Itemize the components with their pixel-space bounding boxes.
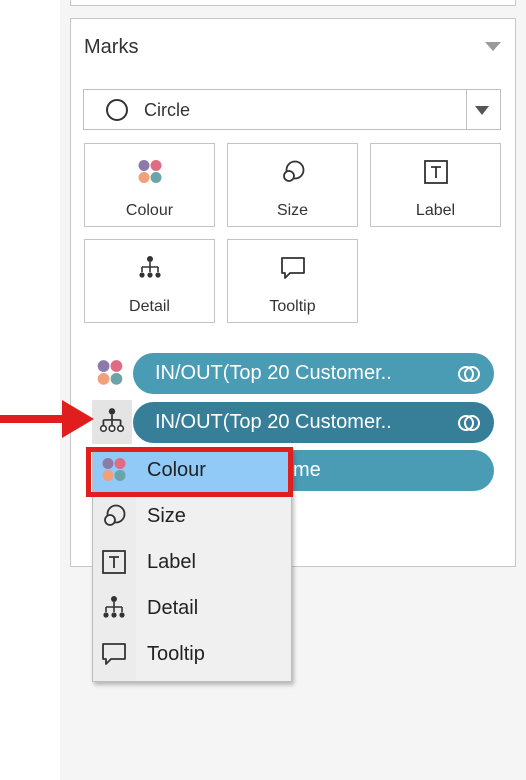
detail-hierarchy-icon (103, 596, 125, 618)
circle-icon (106, 99, 128, 121)
size-circles-icon (282, 160, 304, 182)
label-text-icon (423, 160, 448, 184)
marks-title: Marks (84, 36, 139, 58)
menu-item-size[interactable]: Size (93, 495, 291, 539)
mark-type-label: Circle (144, 100, 191, 120)
tooltip-bubble-icon (280, 257, 305, 279)
pill-field-name: IN/OUT(Top 20 Customer.. (155, 411, 392, 433)
label-card-button[interactable]: Label (370, 143, 501, 227)
detail-hierarchy-icon (138, 256, 161, 278)
tooltip-bubble-icon (102, 643, 126, 665)
colour-card-button[interactable]: Colour (84, 143, 215, 227)
dropdown-separator (466, 90, 467, 129)
pill-field-name: me (293, 459, 321, 481)
detail-hierarchy-icon[interactable] (97, 406, 127, 436)
set-link-icon (458, 415, 480, 431)
mark-type-dropdown[interactable]: Circle (83, 89, 501, 130)
detail-card-label: Detail (129, 298, 170, 315)
pill-field-name: IN/OUT(Top 20 Customer.. (155, 362, 392, 384)
label-card-label: Label (415, 202, 456, 219)
field-pill-detail[interactable]: IN/OUT(Top 20 Customer.. (133, 402, 494, 443)
size-card-button[interactable]: Size (227, 143, 358, 227)
field-pill-colour[interactable]: IN/OUT(Top 20 Customer.. (133, 353, 494, 394)
red-arrow-icon (0, 400, 94, 438)
menu-item-label: Detail (147, 597, 199, 619)
menu-item-label-option[interactable]: Label (93, 541, 291, 585)
marks-collapse-caret-icon[interactable] (485, 42, 501, 51)
colour-dots-icon[interactable] (95, 358, 125, 388)
size-card-label: Size (276, 202, 309, 219)
menu-item-label: Tooltip (147, 643, 205, 665)
size-circles-icon (104, 504, 126, 526)
menu-item-detail[interactable]: Detail (93, 587, 291, 631)
detail-card-button[interactable]: Detail (84, 239, 215, 323)
menu-item-label: Size (147, 505, 186, 527)
chevron-down-icon[interactable] (475, 106, 489, 115)
colour-dots-icon (138, 160, 161, 183)
set-link-icon (458, 366, 480, 382)
menu-item-label: Label (147, 551, 196, 573)
label-text-icon (102, 550, 126, 574)
previous-card-panel (70, 0, 516, 6)
red-highlight-box (86, 447, 293, 497)
colour-card-label: Colour (125, 202, 174, 219)
menu-item-tooltip[interactable]: Tooltip (93, 633, 291, 677)
tooltip-card-button[interactable]: Tooltip (227, 239, 358, 323)
tooltip-card-label: Tooltip (269, 298, 316, 315)
